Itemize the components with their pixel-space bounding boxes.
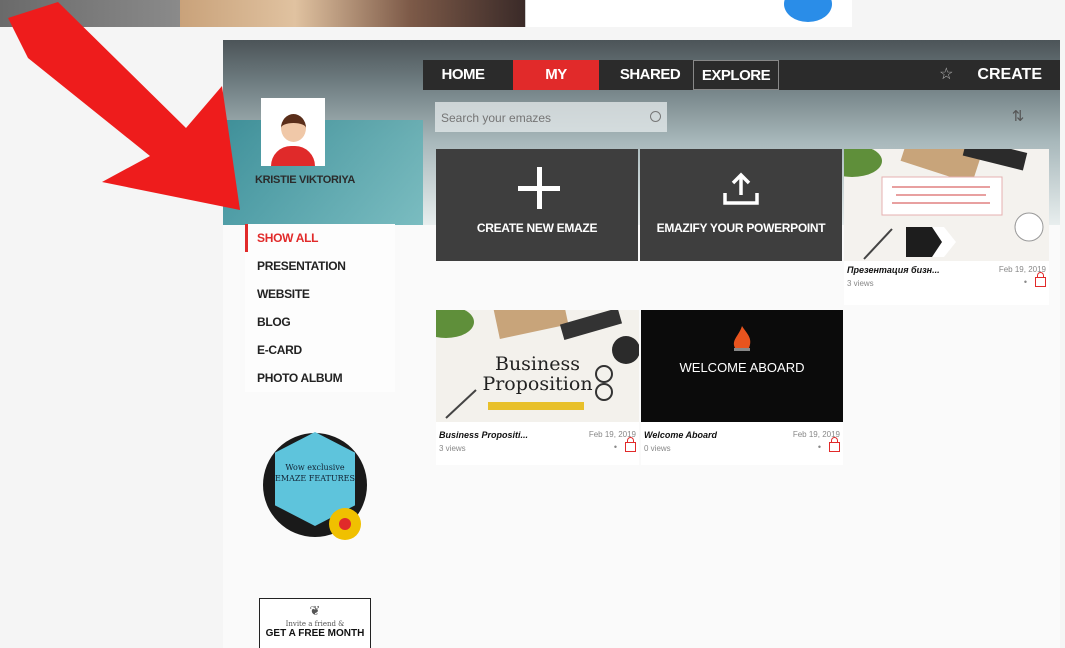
sidebar-item-ecard[interactable]: E-CARD: [245, 336, 395, 364]
emaze-my-page: HOME MY SHARED EXPLORE ☆ CREATE ⇅ KRISTIE…: [223, 40, 1060, 648]
presentation-card[interactable]: WELCOME ABOARD Welcome Aboard Feb 19, 20…: [641, 310, 843, 465]
create-new-label: CREATE NEW EMAZE: [476, 221, 598, 235]
card-thumbnail: [844, 149, 1049, 261]
sidebar-item-presentation[interactable]: PRESENTATION: [245, 252, 395, 280]
sidebar-item-website[interactable]: WEBSITE: [245, 280, 395, 308]
card-views: 0 views: [644, 444, 671, 453]
sidebar-item-photo-album[interactable]: PHOTO ALBUM: [245, 364, 395, 392]
card-actions: •: [614, 437, 636, 453]
tab-shared[interactable]: SHARED: [607, 60, 693, 90]
card-title[interactable]: Welcome Aboard: [644, 430, 717, 440]
more-icon[interactable]: •: [1024, 277, 1027, 287]
card-views: 3 views: [847, 279, 874, 288]
card-thumbnail: WELCOME ABOARD: [641, 310, 843, 422]
sort-icon[interactable]: ⇅: [1011, 106, 1025, 128]
ornament-icon: ❦: [309, 603, 321, 618]
plus-icon: [518, 167, 560, 209]
card-thumbnail: Business Proposition: [436, 310, 639, 422]
invite-promo[interactable]: ❦ Invite a friend & GET A FREE MONTH: [259, 598, 371, 648]
username[interactable]: KRISTIE VIKTORIYA: [255, 174, 355, 186]
sidebar-item-show-all[interactable]: SHOW ALL: [245, 224, 395, 252]
upload-icon: [723, 172, 759, 205]
presentation-card[interactable]: Business Proposition Business Propositi..…: [436, 310, 639, 465]
thumb-title: WELCOME ABOARD: [679, 360, 805, 375]
invite-big-text: GET A FREE MONTH: [265, 628, 365, 639]
presentation-card[interactable]: Презентация бизн... Feb 19, 2019 3 views…: [844, 149, 1049, 305]
emazify-label: EMAZIFY YOUR POWERPOINT: [656, 221, 826, 235]
invite-small-text: Invite a friend &: [285, 620, 345, 628]
card-views: 3 views: [439, 444, 466, 453]
sidebar-filter: SHOW ALL PRESENTATION WEBSITE BLOG E-CAR…: [245, 224, 395, 392]
star-icon: ☆: [939, 66, 954, 83]
more-icon[interactable]: •: [614, 442, 617, 452]
lock-icon[interactable]: [625, 437, 636, 452]
card-title[interactable]: Презентация бизн...: [847, 265, 940, 275]
card-actions: •: [818, 437, 840, 453]
emazify-powerpoint-tile[interactable]: EMAZIFY YOUR POWERPOINT: [640, 149, 842, 261]
tab-home[interactable]: HOME: [423, 60, 503, 90]
card-actions: •: [1024, 272, 1046, 288]
features-promo[interactable]: Wow exclusive EMAZE FEATURES: [261, 428, 371, 548]
promo-badge-icon: [329, 508, 361, 540]
tab-my[interactable]: MY: [513, 60, 599, 90]
avatar[interactable]: [261, 98, 325, 166]
search-icon[interactable]: [650, 111, 661, 122]
create-new-emaze-tile[interactable]: CREATE NEW EMAZE: [436, 149, 638, 261]
search-input[interactable]: [439, 102, 643, 134]
search-box: [435, 102, 667, 134]
tab-explore[interactable]: EXPLORE: [693, 60, 779, 90]
more-icon[interactable]: •: [818, 442, 821, 452]
lock-icon[interactable]: [1035, 272, 1046, 287]
card-title[interactable]: Business Propositi...: [439, 430, 528, 440]
create-button[interactable]: ☆ CREATE: [939, 60, 1060, 90]
top-nav: HOME MY SHARED EXPLORE ☆ CREATE: [423, 60, 1060, 90]
create-label: CREATE: [977, 66, 1042, 83]
lock-icon[interactable]: [829, 437, 840, 452]
promo-text: Wow exclusive EMAZE FEATURES: [275, 463, 355, 483]
profile-panel: KRISTIE VIKTORIYA: [245, 90, 407, 225]
thumb-title: Business Proposition: [482, 353, 593, 395]
sidebar-item-blog[interactable]: BLOG: [245, 308, 395, 336]
flame-logo-icon: [733, 326, 751, 351]
red-arrow-annotation: [8, 2, 240, 210]
